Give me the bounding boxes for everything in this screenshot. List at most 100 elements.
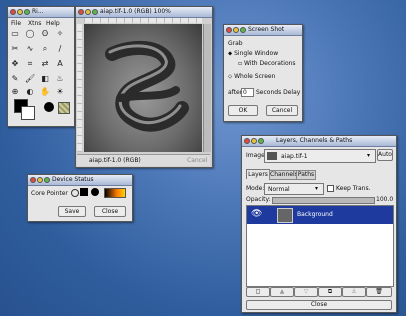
maximize-icon[interactable] [258,138,264,144]
screenshot-dialog: Screen Shot Grab ⬥ Single Window ▫ With … [223,24,303,122]
layer-row-background[interactable]: 👁 Background [247,206,393,224]
minimize-icon[interactable] [251,138,257,144]
opacity-slider-fill [273,198,374,203]
color-swatches[interactable] [14,99,36,120]
image-status-text: aiap.tif-1.0 (RGB) [89,157,141,164]
chevron-down-icon: ▾ [367,152,371,159]
close-icon[interactable] [30,177,36,183]
vertical-scrollbar[interactable] [203,24,211,152]
canvas-artwork [105,40,189,132]
image-cancel-button[interactable]: Cancel [187,157,207,164]
with-decorations-checkbox[interactable]: ▫ With Decorations [238,60,296,67]
minimize-icon[interactable] [85,9,91,15]
whole-screen-radio[interactable]: ⬦ Whole Screen [228,73,275,81]
ruler-left [77,24,82,152]
save-label: Save [64,208,80,215]
flip-icon[interactable]: ⇄ [40,59,50,69]
whole-screen-label: Whole Screen [234,73,276,80]
tab-channels[interactable]: Channels [269,170,298,180]
anchor-layer-icon[interactable]: ⚓ [342,287,366,297]
tab-layers[interactable]: Layers [246,169,270,179]
paintbrush-icon[interactable]: 🖌 [25,74,35,84]
layers-dialog: Layers, Channels & Paths Image: aiap.tif… [241,135,397,313]
device-status-title: Device Status [52,176,94,183]
close-icon[interactable] [10,9,16,15]
maximize-icon[interactable] [92,9,98,15]
pencil-icon[interactable]: ✎ [10,74,20,84]
brush-icon [71,189,79,197]
single-window-radio[interactable]: ⬥ Single Window [228,50,278,58]
raise-layer-icon[interactable]: ▲ [270,287,294,297]
layer-actions: ◻ ▲ ▽ ⧉ ⚓ 🗑 [246,287,392,297]
menu-file[interactable]: File [11,20,21,27]
delete-layer-icon[interactable]: 🗑 [366,287,392,297]
tab-paths-label: Paths [297,171,315,178]
menu-help[interactable]: Help [46,20,60,27]
image-select[interactable]: aiap.tif-1 ▾ [264,149,376,163]
opacity-slider[interactable] [272,197,375,204]
close-icon[interactable] [226,27,232,33]
image-canvas[interactable] [84,24,202,152]
bezier-icon[interactable]: ∿ [25,44,35,54]
opacity-value: 100.0 [376,196,394,203]
duplicate-layer-icon[interactable]: ⧉ [318,287,342,297]
magic-wand-icon[interactable]: ✧ [55,29,65,39]
layers-title: Layers, Channels & Paths [276,137,353,144]
core-pointer-label: Core Pointer [31,190,68,197]
minimize-icon[interactable] [17,9,23,15]
brush-dot-icon [91,188,99,196]
minimize-icon[interactable] [37,177,43,183]
screenshot-titlebar[interactable]: Screen Shot [224,25,302,36]
crop-icon[interactable]: ⌗ [25,59,35,69]
auto-button[interactable]: Auto [377,149,393,161]
convolve-icon[interactable]: ☀ [55,87,65,97]
toolbox-titlebar[interactable]: Ri... [8,7,74,18]
dodge-burn-icon[interactable]: ◐ [25,87,35,97]
brush-indicator[interactable] [44,102,54,112]
layers-titlebar[interactable]: Layers, Channels & Paths [242,136,396,147]
close-button[interactable]: Close [94,206,126,217]
mode-select[interactable]: Normal ▾ [264,183,324,195]
device-status-titlebar[interactable]: Device Status [28,175,132,186]
rect-select-icon[interactable]: ▭ [10,29,20,39]
fg-color-icon [80,188,88,196]
toolbox-window: Ri... File Xtns Help ▭ ◯ ʘ ✧ ✂ ∿ ⌕ ∕ ✥ ⌗… [7,6,75,127]
maximize-icon[interactable] [44,177,50,183]
clone-icon[interactable]: ⊕ [10,87,20,97]
menu-xtns[interactable]: Xtns [28,20,41,27]
auto-label: Auto [378,151,392,158]
ellipse-select-icon[interactable]: ◯ [25,29,35,39]
layer-list: 👁 Background [246,205,394,287]
scissors-icon[interactable]: ✂ [10,44,20,54]
tab-paths[interactable]: Paths [296,170,316,180]
smudge-icon[interactable]: ✋ [40,87,50,97]
eraser-icon[interactable]: ◧ [40,74,50,84]
pattern-indicator[interactable] [58,102,70,114]
image-thumb-icon [267,152,277,160]
close-icon[interactable] [78,9,84,15]
keep-trans-checkbox[interactable] [327,185,334,192]
image-select-value: aiap.tif-1 [281,153,308,160]
save-button[interactable]: Save [58,206,86,217]
image-titlebar[interactable]: aiap.tif-1.0 (RGB) 100% [76,7,212,18]
bucket-fill-icon[interactable]: ♨ [55,74,65,84]
maximize-icon[interactable] [24,9,30,15]
background-color[interactable] [21,106,35,120]
delay-input[interactable]: 0 [241,88,254,97]
layer-thumbnail [277,208,293,223]
layers-close-button[interactable]: Close [246,300,392,310]
ok-button[interactable]: OK [228,105,258,116]
lower-layer-icon[interactable]: ▽ [294,287,318,297]
new-layer-icon[interactable]: ◻ [246,287,270,297]
image-window: aiap.tif-1.0 (RGB) 100% aiap.tif-1.0 (RG… [75,6,213,168]
measure-icon[interactable]: ∕ [55,44,65,54]
minimize-icon[interactable] [233,27,239,33]
zoom-icon[interactable]: ⌕ [40,44,50,54]
lasso-icon[interactable]: ʘ [40,29,50,39]
maximize-icon[interactable] [240,27,246,33]
eye-icon[interactable]: 👁 [251,209,262,219]
move-icon[interactable]: ✥ [10,59,20,69]
cancel-button[interactable]: Cancel [266,105,298,116]
close-icon[interactable] [244,138,250,144]
text-icon[interactable]: A [55,59,65,69]
